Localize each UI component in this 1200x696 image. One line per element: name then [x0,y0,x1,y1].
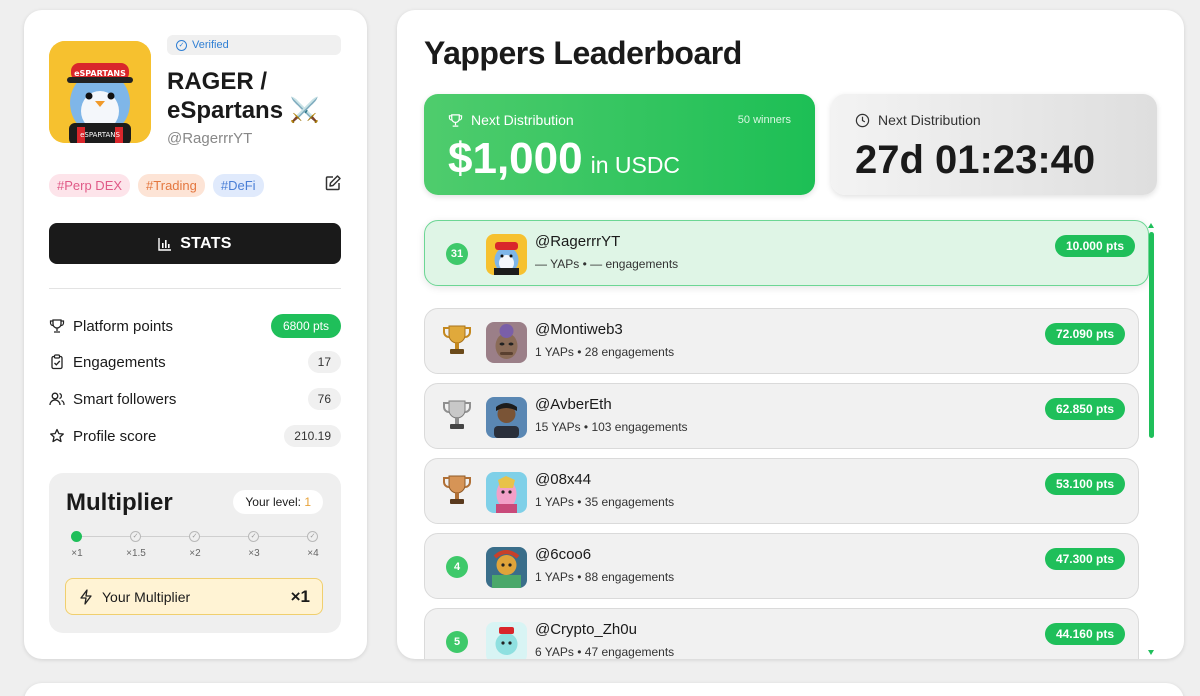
step-check-icon: ✓ [130,531,141,542]
profile-avatar: eSPARTANS eSPARTANS [49,41,151,143]
leaderboard-row[interactable]: 5 @Crypto_Zh0u 6 YAPs • 47 engagements 4… [424,608,1139,659]
leaderboard-card: Yappers Leaderboard Next Distribution 50… [397,10,1184,659]
divider [49,288,341,289]
svg-text:eSPARTANS: eSPARTANS [80,131,120,139]
step-dot [71,531,82,542]
gold-trophy-icon [443,325,471,354]
stats-button[interactable]: STATS [49,223,341,264]
scroll-down-arrow[interactable] [1148,650,1154,655]
user-stats: 6 YAPs • 47 engagements [535,645,675,659]
trophy-icon [49,319,65,333]
prize-card: Next Distribution 50 winners $1,000 in U… [424,94,815,195]
scroll-up-arrow[interactable] [1148,223,1154,228]
step-label: ×1 [71,548,83,559]
edit-icon[interactable] [324,174,342,192]
step-label: ×4 [307,548,319,559]
profile-score-value: 210.19 [284,425,341,447]
tag-trading[interactable]: #Trading [138,174,205,197]
user-handle[interactable]: @Montiweb3 [535,321,623,338]
svg-text:eSPARTANS: eSPARTANS [74,69,126,78]
trophy-icon [448,113,463,127]
leaderboard-title: Yappers Leaderboard [424,35,742,71]
clock-icon [855,113,870,127]
avatar [486,397,527,438]
bar-chart-icon [158,237,172,251]
points-badge: 44.160 pts [1044,623,1125,645]
smart-followers-value: 76 [307,388,341,410]
points-badge: 53.100 pts [1044,473,1125,495]
step-label: ×3 [248,548,260,559]
rank-badge: 31 [446,243,468,265]
users-icon [49,392,65,406]
bottom-card [24,683,1184,696]
user-handle[interactable]: @AvberEth [535,396,612,413]
countdown-timer: 27d 01:23:40 [855,138,1096,182]
verified-badge: ✓ Verified [167,35,341,55]
user-handle[interactable]: @6coo6 [535,546,591,563]
step-check-icon: ✓ [248,531,259,542]
user-handle[interactable]: @RagerrrYT [535,233,620,250]
scrollbar-thumb[interactable] [1149,232,1154,438]
rank-badge: 5 [446,631,468,653]
multiplier-panel: Multiplier Your level: 1 ✓ ✓ ✓ ✓ ×1 ×1.5… [49,473,341,633]
profile-card: eSPARTANS eSPARTANS ✓ Verified RAGER / e… [24,10,367,659]
platform-points-value: 6800 pts [270,314,341,338]
user-handle[interactable]: @Crypto_Zh0u [535,621,637,638]
clipboard-icon [51,354,63,370]
step-check-icon: ✓ [307,531,318,542]
engagements-value: 17 [307,351,341,373]
leaderboard-row-me[interactable]: 31 @RagerrrYT — YAPs • — engagements 10.… [424,220,1149,286]
user-stats: 15 YAPs • 103 engagements [535,420,688,434]
countdown-card: Next Distribution 27d 01:23:40 [831,94,1157,195]
points-badge: 47.300 pts [1044,548,1125,570]
step-check-icon: ✓ [189,531,200,542]
your-multiplier: Your Multiplier ×1 [65,578,323,615]
step-label: ×2 [189,548,201,559]
multiplier-title: Multiplier [66,489,173,516]
points-badge: 10.000 pts [1054,235,1135,257]
stat-smart-followers: Smart followers 76 [49,386,341,412]
leaderboard-row[interactable]: @AvberEth 15 YAPs • 103 engagements 62.8… [424,383,1139,449]
points-badge: 62.850 pts [1044,398,1125,420]
check-circle-icon: ✓ [176,39,187,51]
avatar [486,472,527,513]
user-stats: 1 YAPs • 28 engagements [535,345,675,359]
profile-name: RAGER / eSpartans ⚔️ [167,68,320,124]
leaderboard-row[interactable]: @Montiweb3 1 YAPs • 28 engagements 72.09… [424,308,1139,374]
stat-platform-points: Platform points 6800 pts [49,313,341,339]
tag-perp-dex[interactable]: #Perp DEX [49,174,131,197]
points-badge: 72.090 pts [1044,323,1125,345]
silver-trophy-icon [443,400,471,429]
avatar [486,322,527,363]
user-handle[interactable]: @08x44 [535,471,591,488]
leaderboard-row[interactable]: 4 @6coo6 1 YAPs • 88 engagements 47.300 … [424,533,1139,599]
rank-badge: 4 [446,556,468,578]
avatar [486,622,527,659]
prize-unit: in USDC [590,152,681,178]
tag-list: #Perp DEX #Trading #DeFi [49,174,264,197]
user-stats: — YAPs • — engagements [535,257,679,271]
step-label: ×1.5 [126,548,146,559]
stat-engagements: Engagements 17 [49,349,341,375]
prize-amount: $1,000 [448,134,583,183]
level-pill: Your level: 1 [233,490,323,514]
user-stats: 1 YAPs • 35 engagements [535,495,675,509]
star-icon [50,428,64,443]
bronze-trophy-icon [443,475,471,504]
lightning-icon [80,588,92,605]
leaderboard-row[interactable]: @08x44 1 YAPs • 35 engagements 53.100 pt… [424,458,1139,524]
user-stats: 1 YAPs • 88 engagements [535,570,675,584]
winners-count: 50 winners [737,114,791,126]
stat-profile-score: Profile score 210.19 [49,423,341,449]
avatar [486,547,527,588]
tag-defi[interactable]: #DeFi [212,174,264,197]
avatar [486,234,527,275]
profile-handle: @RagerrrYT [167,130,253,147]
